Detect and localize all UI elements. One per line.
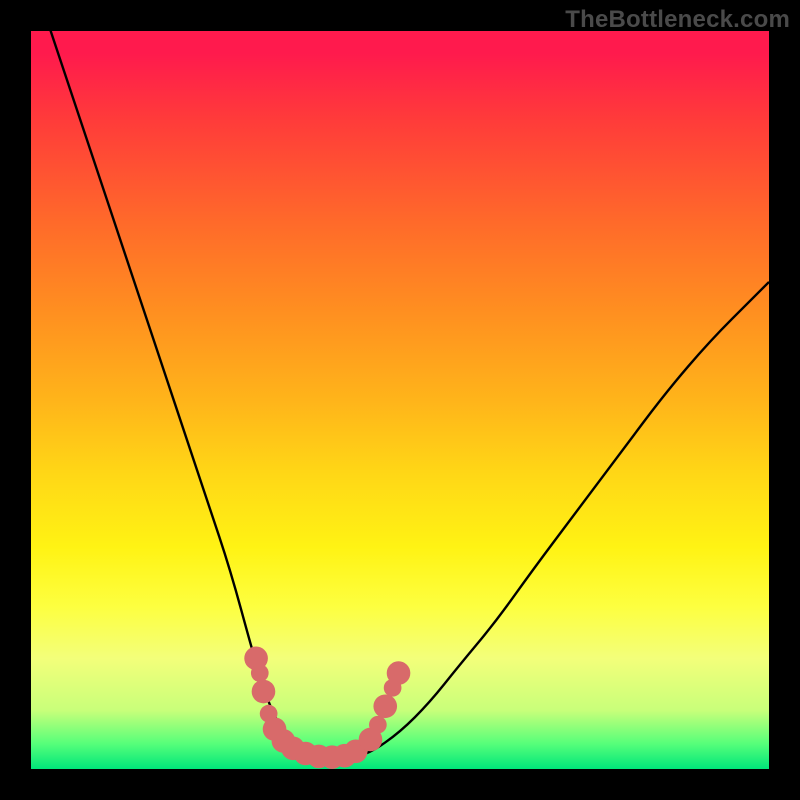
curve-marker (252, 680, 276, 704)
chart-frame: TheBottleneck.com (0, 0, 800, 800)
bottleneck-curve (31, 31, 769, 760)
curve-markers (244, 646, 410, 769)
curve-layer (31, 31, 769, 769)
watermark-text: TheBottleneck.com (565, 6, 790, 34)
curve-marker (369, 716, 387, 734)
curve-marker (387, 661, 411, 685)
curve-marker (373, 694, 397, 718)
curve-marker (251, 664, 269, 682)
plot-area (31, 31, 769, 769)
